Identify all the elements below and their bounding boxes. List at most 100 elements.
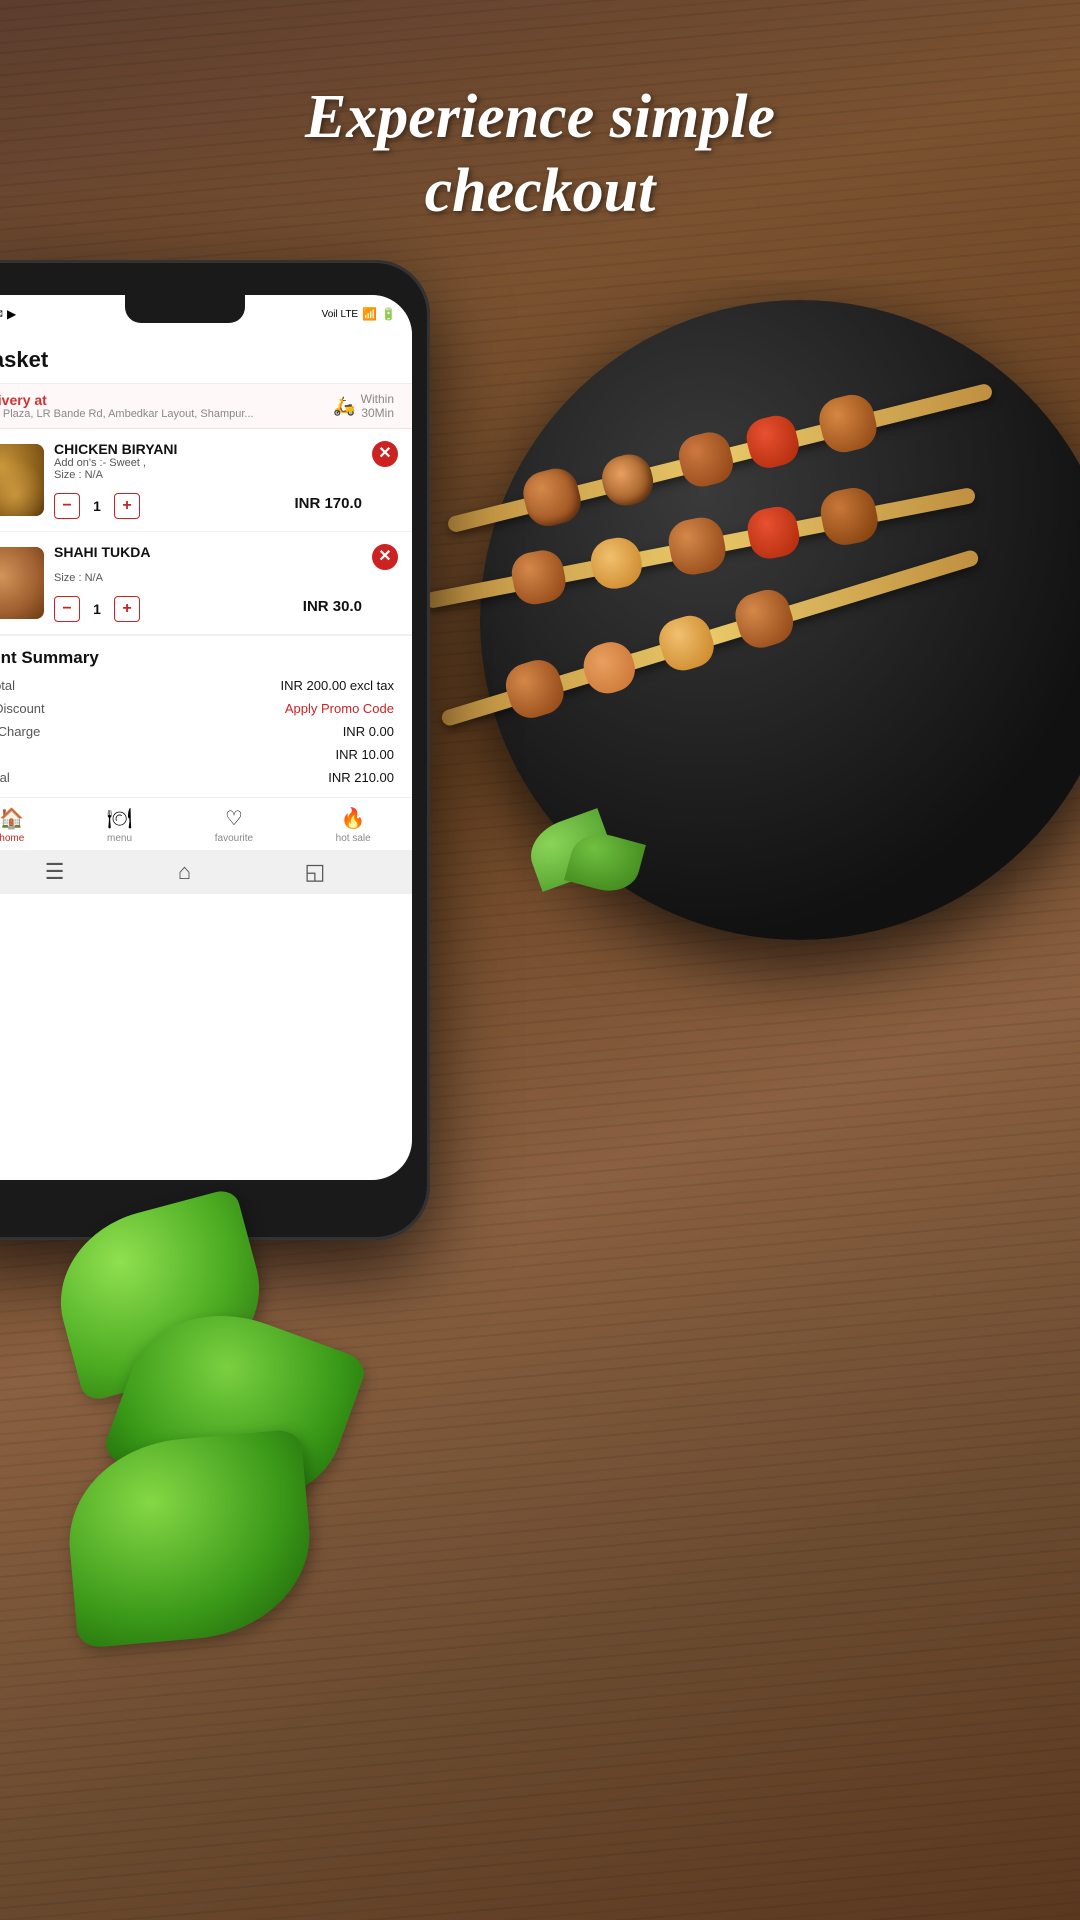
meat-7 <box>817 484 881 548</box>
meat-4 <box>815 390 882 457</box>
pepper-yellow2 <box>654 611 719 676</box>
tukda-size: Size : N/A <box>54 572 362 584</box>
phone-frame: 📱 ✉ ▶ Voil LTE 📶 🔋 Basket Delivery at G <box>0 260 430 1240</box>
tax-value: INR 10.00 <box>335 747 394 762</box>
bottom-nav: 🏠 home 🍽 menu ♡ favourite 🔥 hot sale <box>0 797 412 850</box>
nav-hot-sale[interactable]: 🔥 hot sale <box>336 806 371 844</box>
discount-label: on Discount <box>0 701 45 716</box>
app-header: Basket <box>0 333 412 384</box>
biryani-increase-button[interactable]: + <box>114 493 140 519</box>
food-image-area <box>400 280 1080 1260</box>
tukda-info: SHAHI TUKDA Size : N/A − 1 + <box>54 544 362 622</box>
cart-item-biryani: CHICKEN BIRYANI Add on's :- Sweet , Size… <box>0 429 412 532</box>
delivery-charge-label: ery Charge <box>0 724 40 739</box>
delivery-truck-icon: 🛵 <box>333 396 355 417</box>
delivery-label: Delivery at <box>0 392 254 408</box>
herb-leaves <box>60 1210 300 1760</box>
biryani-quantity-controls: − 1 + <box>54 493 140 519</box>
pepper-yellow <box>587 534 646 593</box>
hot-sale-nav-label: hot sale <box>336 833 371 844</box>
tukda-decrease-button[interactable]: − <box>54 596 80 622</box>
biryani-thumbnail <box>0 444 44 516</box>
nav-home[interactable]: 🏠 home <box>0 806 24 844</box>
meat-10 <box>730 584 799 653</box>
total-value: INR 210.00 <box>328 770 394 785</box>
nav-menu[interactable]: 🍽 menu <box>107 806 132 844</box>
biryani-remove-button[interactable]: ✕ <box>372 441 398 467</box>
meat-2 <box>597 450 658 511</box>
phone-screen: 📱 ✉ ▶ Voil LTE 📶 🔋 Basket Delivery at G <box>0 295 412 1180</box>
biryani-controls-row: − 1 + INR 170.0 <box>54 487 362 519</box>
within-label: Within <box>361 392 394 406</box>
subtotal-row: et total INR 200.00 excl tax <box>0 678 394 693</box>
lte-indicator: Voil LTE <box>322 309 359 320</box>
home-gesture-button[interactable]: ⌂ <box>178 859 191 885</box>
favourite-nav-label: favourite <box>215 833 253 844</box>
battery-icon: 🔋 <box>381 307 396 321</box>
payment-summary: ment Summary et total INR 200.00 excl ta… <box>0 635 412 797</box>
meat-3 <box>742 411 803 472</box>
discount-row: on Discount Apply Promo Code <box>0 701 394 716</box>
delivery-charge-row: ery Charge INR 0.00 <box>0 724 394 739</box>
promo-code-button[interactable]: Apply Promo Code <box>285 701 394 716</box>
biryani-name: CHICKEN BIRYANI <box>54 441 362 457</box>
tukda-remove-button[interactable]: ✕ <box>372 544 398 570</box>
subtotal-value: INR 200.00 excl tax <box>281 678 394 693</box>
page-title: Basket <box>0 347 394 373</box>
delivery-left: Delivery at GVR Plaza, LR Bande Rd, Ambe… <box>0 392 254 420</box>
plus-icon-2: + <box>122 601 131 617</box>
bowl <box>480 300 1080 940</box>
delivery-time: 30Min <box>361 406 394 420</box>
back-gesture-button[interactable]: ◱ <box>305 859 326 885</box>
biryani-price: INR 170.0 <box>294 495 362 512</box>
menu-nav-icon: 🍽 <box>107 806 132 831</box>
favourite-nav-icon: ♡ <box>225 806 243 831</box>
menu-gesture-button[interactable]: ☰ <box>45 859 65 885</box>
subtotal-label: et total <box>0 678 15 693</box>
biryani-decrease-button[interactable]: − <box>54 493 80 519</box>
hot-sale-nav-icon: 🔥 <box>341 806 366 831</box>
meat-6 <box>665 514 729 578</box>
plus-icon: + <box>122 498 131 514</box>
meat-1 <box>519 464 586 531</box>
gesture-bar: ☰ ⌂ ◱ <box>0 850 412 894</box>
biryani-size: Size : N/A <box>54 469 362 481</box>
cart-item-tukda: SHAHI TUKDA Size : N/A − 1 + <box>0 532 412 635</box>
home-nav-label: home <box>0 833 24 844</box>
camera-icon: ▶ <box>7 307 16 321</box>
tukda-increase-button[interactable]: + <box>114 596 140 622</box>
meat-9 <box>578 637 640 699</box>
minus-icon: − <box>62 498 71 514</box>
tax-row: %) INR 10.00 <box>0 747 394 762</box>
headline-line2: checkout <box>0 154 1080 228</box>
pepper-1 <box>674 428 737 491</box>
status-left-icons: 📱 ✉ ▶ <box>0 307 16 321</box>
mail-icon: ✉ <box>0 307 3 321</box>
biryani-info: CHICKEN BIRYANI Add on's :- Sweet , Size… <box>54 441 362 519</box>
wifi-icon: 📶 <box>362 307 377 321</box>
delivery-right: 🛵 Within 30Min <box>333 392 394 420</box>
headline-line1: Experience simple <box>0 80 1080 154</box>
tukda-thumbnail <box>0 547 44 619</box>
biryani-addons: Add on's :- Sweet , <box>54 457 362 469</box>
meat-5 <box>508 547 569 608</box>
minus-icon-2: − <box>62 601 71 617</box>
pepper-red <box>744 503 803 562</box>
status-right-icons: Voil LTE 📶 🔋 <box>322 307 396 321</box>
headline: Experience simple checkout <box>0 80 1080 229</box>
tukda-controls-row: − 1 + INR 30.0 <box>54 590 362 622</box>
tukda-quantity-controls: − 1 + <box>54 596 140 622</box>
meat-8 <box>500 655 569 724</box>
delivery-banner: Delivery at GVR Plaza, LR Bande Rd, Ambe… <box>0 384 412 429</box>
home-nav-icon: 🏠 <box>0 806 24 831</box>
app-content: 📱 ✉ ▶ Voil LTE 📶 🔋 Basket Delivery at G <box>0 295 412 1180</box>
tukda-addon-spacer <box>54 560 362 572</box>
remove-icon: ✕ <box>378 446 391 462</box>
menu-nav-label: menu <box>107 833 132 844</box>
biryani-quantity: 1 <box>88 498 106 514</box>
tukda-price: INR 30.0 <box>303 598 362 615</box>
delivery-charge-value: INR 0.00 <box>343 724 394 739</box>
nav-favourite[interactable]: ♡ favourite <box>215 806 253 844</box>
delivery-address: GVR Plaza, LR Bande Rd, Ambedkar Layout,… <box>0 408 254 420</box>
payment-title: ment Summary <box>0 648 394 668</box>
